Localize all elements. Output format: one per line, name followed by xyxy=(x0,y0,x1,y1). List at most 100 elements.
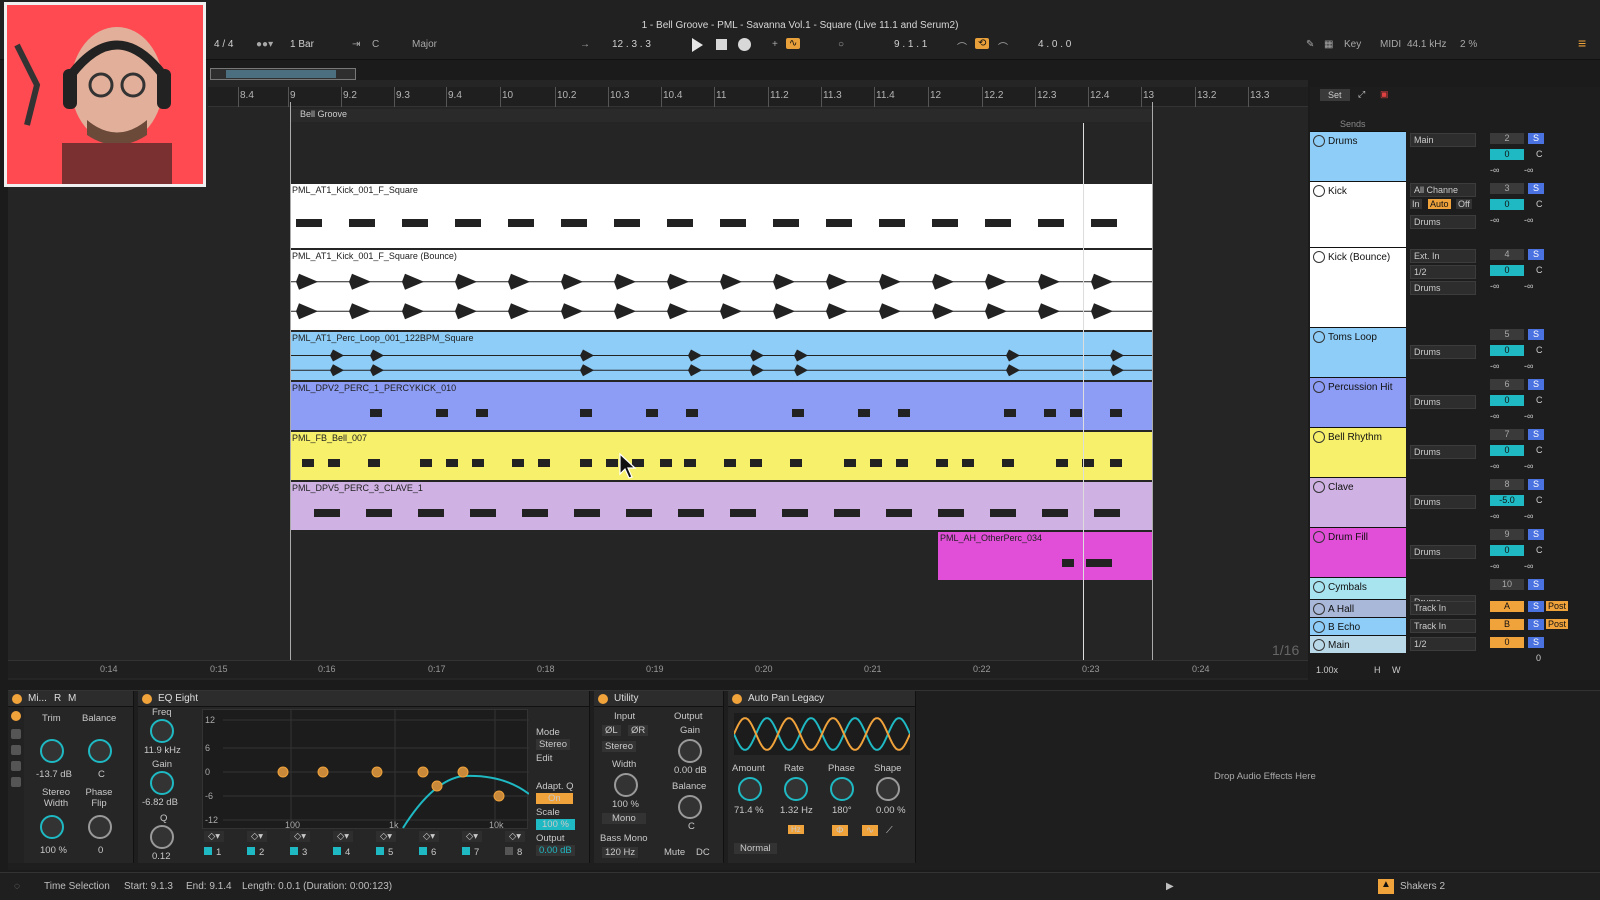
midi-note[interactable] xyxy=(790,458,802,467)
track-header[interactable]: Bell Rhythm xyxy=(1310,427,1406,477)
midi-note[interactable] xyxy=(782,508,808,517)
eq-band[interactable]: 5 xyxy=(376,847,393,858)
track-header[interactable]: Drums xyxy=(1310,131,1406,181)
bass-mono-toggle[interactable]: Bass Mono xyxy=(600,833,648,844)
midi-note[interactable] xyxy=(1094,508,1120,517)
track-header[interactable]: Percussion Hit xyxy=(1310,377,1406,427)
midi-note[interactable] xyxy=(1056,458,1068,467)
eq-band-handle[interactable] xyxy=(277,766,289,778)
track-input[interactable]: 1/2 xyxy=(1410,637,1476,651)
track-output[interactable]: Drums xyxy=(1410,395,1476,409)
expand-icon[interactable]: ⤢ xyxy=(1358,89,1365,100)
midi-note[interactable] xyxy=(580,458,592,467)
eq-band-toggle-icon[interactable] xyxy=(204,847,212,855)
track-fold-icon[interactable] xyxy=(1313,621,1325,633)
track-vol2[interactable]: -∞ xyxy=(1490,411,1499,421)
midi-note[interactable] xyxy=(936,458,948,467)
solo-button[interactable]: S xyxy=(1528,249,1544,260)
midi-note[interactable] xyxy=(574,508,600,517)
track-output[interactable]: Drums xyxy=(1410,345,1476,359)
midi-note[interactable] xyxy=(302,458,314,467)
solo-button[interactable]: S xyxy=(1528,183,1544,194)
sine-wave-icon[interactable]: ∿ xyxy=(862,825,878,836)
track-num[interactable]: A xyxy=(1490,601,1524,612)
rack-r-button[interactable]: R xyxy=(54,693,61,704)
autopan-power-icon[interactable] xyxy=(732,694,742,704)
scale-select[interactable]: Major xyxy=(412,39,437,50)
midi-note[interactable] xyxy=(418,508,444,517)
hz-toggle[interactable]: Hz xyxy=(788,825,804,834)
track-vol2[interactable]: -∞ xyxy=(1490,361,1499,371)
clip[interactable]: PML_AT1_Perc_Loop_001_122BPM_Square xyxy=(290,332,1152,380)
track-num[interactable]: 8 xyxy=(1490,479,1524,490)
midi-note[interactable] xyxy=(366,508,392,517)
trim-knob[interactable] xyxy=(40,739,64,763)
track-vol3[interactable]: -∞ xyxy=(1524,411,1533,421)
midi-note[interactable] xyxy=(932,218,958,227)
midi-note[interactable] xyxy=(1044,408,1056,417)
midi-note[interactable] xyxy=(580,408,592,417)
track-pan[interactable]: 0 xyxy=(1536,653,1541,663)
track-header[interactable]: Kick (Bounce) xyxy=(1310,247,1406,327)
utility-power-icon[interactable] xyxy=(598,694,608,704)
drop-effects-zone[interactable]: Drop Audio Effects Here xyxy=(1214,771,1316,782)
track-output[interactable]: Drums xyxy=(1410,281,1476,295)
midi-note[interactable] xyxy=(476,408,488,417)
punch-in-icon[interactable]: ⌒ xyxy=(957,39,967,54)
arrangement-position[interactable]: 12 . 3 . 3 xyxy=(612,39,651,50)
loop-switch-icon[interactable]: ⟲ xyxy=(975,38,990,49)
eq-filter-type-icon[interactable]: ◇▾ xyxy=(419,831,440,842)
midi-note[interactable] xyxy=(678,508,704,517)
beat-ruler[interactable]: 8.4 9 9.2 9.3 9.4 10 10.2 10.3 10.4 11 11.2 11.3 11.… xyxy=(208,87,1308,107)
eq-band-toggle-icon[interactable] xyxy=(376,847,384,855)
track-num[interactable]: 9 xyxy=(1490,529,1524,540)
midi-note[interactable] xyxy=(402,218,428,227)
track-vol2[interactable]: -∞ xyxy=(1490,561,1499,571)
track-fold-icon[interactable] xyxy=(1313,331,1325,343)
key-map-button[interactable]: Key xyxy=(1344,39,1361,50)
menu-icon[interactable]: ≡ xyxy=(1578,35,1586,51)
eq-filter-type-icon[interactable]: ◇▾ xyxy=(204,831,225,842)
solo-button[interactable]: S xyxy=(1528,329,1544,340)
amount-knob[interactable] xyxy=(738,777,762,801)
solo-button[interactable]: S xyxy=(1528,619,1544,630)
rack-add-icon[interactable] xyxy=(11,729,21,739)
balance-knob[interactable] xyxy=(88,739,112,763)
midi-note[interactable] xyxy=(328,458,340,467)
dc-toggle[interactable]: DC xyxy=(696,847,710,858)
midi-map-button[interactable]: MIDI xyxy=(1380,39,1401,50)
locator-bell-groove[interactable]: Bell Groove xyxy=(290,109,347,119)
saw-wave-icon[interactable]: ⟋ xyxy=(882,825,897,836)
track-header[interactable]: Clave xyxy=(1310,477,1406,527)
midi-note[interactable] xyxy=(660,458,672,467)
midi-note[interactable] xyxy=(1002,458,1014,467)
track-vol[interactable]: 0 xyxy=(1490,265,1524,276)
track-vol2[interactable]: -∞ xyxy=(1490,511,1499,521)
track-pan[interactable]: C xyxy=(1536,345,1543,355)
track-vol[interactable]: -5.0 xyxy=(1490,495,1524,506)
eq-filter-type-icon[interactable]: ◇▾ xyxy=(462,831,483,842)
eq-band[interactable]: 6 xyxy=(419,847,436,858)
track-num[interactable]: 0 xyxy=(1490,637,1524,648)
midi-note[interactable] xyxy=(667,218,693,227)
track-output[interactable]: Drums xyxy=(1410,445,1476,459)
rack-random-icon[interactable] xyxy=(11,777,21,787)
adapt-q-toggle[interactable]: On xyxy=(536,793,573,804)
midi-note[interactable] xyxy=(614,218,640,227)
eq-band-handle[interactable] xyxy=(457,766,469,778)
midi-note[interactable] xyxy=(1062,558,1074,567)
track-num[interactable]: 3 xyxy=(1490,183,1524,194)
eq-filter-type-icon[interactable]: ◇▾ xyxy=(290,831,311,842)
eq-filter-type-icon[interactable]: ◇▾ xyxy=(333,831,354,842)
midi-note[interactable] xyxy=(1086,558,1112,567)
stop-icon[interactable] xyxy=(716,39,727,50)
mute-toggle[interactable]: Mute xyxy=(664,847,685,858)
track-vol2[interactable]: -∞ xyxy=(1490,281,1499,291)
clip[interactable]: PML_DPV5_PERC_3_CLAVE_1 xyxy=(290,482,1152,530)
track-header[interactable]: B Echo xyxy=(1310,617,1406,635)
track-vol2[interactable]: -∞ xyxy=(1490,215,1499,225)
time-signature[interactable]: 4 / 4 xyxy=(214,39,233,50)
midi-note[interactable] xyxy=(826,218,852,227)
track-fold-icon[interactable] xyxy=(1313,603,1325,615)
phase-mode-icon[interactable]: Φ xyxy=(832,825,848,836)
